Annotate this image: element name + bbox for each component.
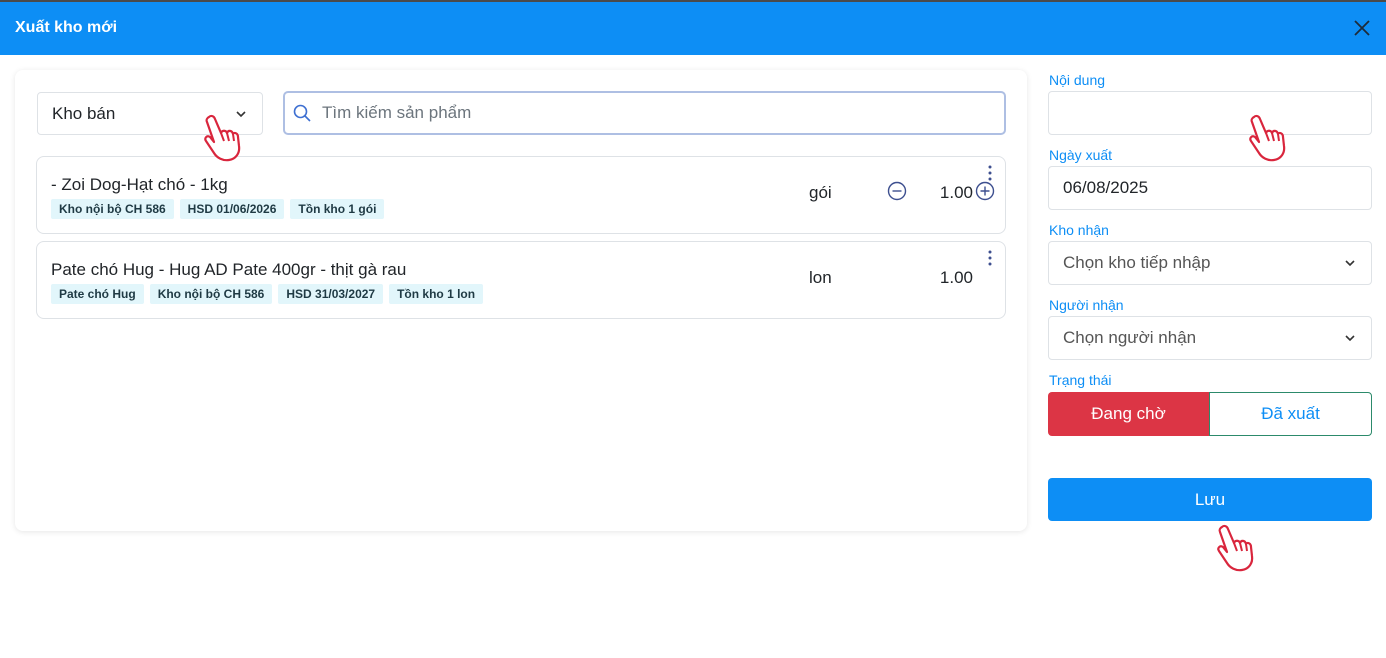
receiving-warehouse-select[interactable]: Chọn kho tiếp nhập: [1048, 241, 1372, 285]
search-input[interactable]: [322, 103, 982, 123]
minus-circle-icon[interactable]: [887, 181, 907, 201]
content-field[interactable]: [1048, 91, 1372, 135]
receiving-warehouse-placeholder: Chọn kho tiếp nhập: [1063, 253, 1211, 272]
chevron-down-icon: [1345, 335, 1355, 342]
status-pending-button[interactable]: Đang chờ: [1048, 392, 1209, 436]
tag: HSD 01/06/2026: [179, 199, 285, 219]
warehouse-select-value: Kho bán: [52, 103, 116, 123]
modal-title: Xuất kho mới: [15, 19, 118, 36]
product-panel: Kho bán - Zoi Dog-Hạt chó - 1kg Kho nội …: [15, 70, 1027, 531]
item-tags: Pate chó Hug Kho nội bộ CH 586 HSD 31/03…: [51, 284, 484, 304]
hand-pointer-icon: [200, 113, 244, 163]
content-input[interactable]: [1063, 103, 1357, 123]
item-tags: Kho nội bộ CH 586 HSD 01/06/2026 Tồn kho…: [51, 199, 385, 219]
item-unit: gói: [809, 183, 832, 202]
close-icon[interactable]: [1350, 16, 1374, 40]
tag: Tồn kho 1 gói: [290, 199, 385, 219]
plus-circle-icon[interactable]: [975, 181, 995, 201]
date-label: Ngày xuất: [1049, 147, 1113, 163]
modal-header: Xuất kho mới: [0, 0, 1386, 55]
receiving-warehouse-label: Kho nhận: [1049, 222, 1109, 238]
item-quantity[interactable]: 1.00: [923, 268, 973, 288]
tag: Tồn kho 1 lon: [389, 284, 484, 304]
item-name: - Zoi Dog-Hạt chó - 1kg: [51, 175, 228, 194]
status-exported-button[interactable]: Đã xuất: [1209, 392, 1372, 436]
list-item: Pate chó Hug - Hug AD Pate 400gr - thịt …: [36, 241, 1006, 319]
receiver-placeholder: Chọn người nhận: [1063, 328, 1197, 347]
tag: Pate chó Hug: [51, 284, 144, 304]
more-options-icon[interactable]: [987, 250, 993, 266]
item-unit: lon: [809, 268, 832, 287]
status-label: Trạng thái: [1049, 372, 1112, 388]
save-button[interactable]: Lưu: [1048, 478, 1372, 521]
status-toggle: Đang chờ Đã xuất: [1048, 392, 1372, 436]
tag: HSD 31/03/2027: [278, 284, 384, 304]
search-icon: [293, 104, 311, 122]
item-quantity[interactable]: 1.00: [923, 183, 973, 203]
tag: Kho nội bộ CH 586: [51, 199, 174, 219]
list-item: - Zoi Dog-Hạt chó - 1kg Kho nội bộ CH 58…: [36, 156, 1006, 234]
receiver-select[interactable]: Chọn người nhận: [1048, 316, 1372, 360]
hand-pointer-icon: [1213, 523, 1257, 573]
tag: Kho nội bộ CH 586: [149, 284, 273, 304]
receiver-label: Người nhận: [1049, 297, 1124, 313]
item-name: Pate chó Hug - Hug AD Pate 400gr - thịt …: [51, 260, 407, 279]
more-options-icon[interactable]: [987, 165, 993, 181]
product-search[interactable]: [283, 91, 1006, 135]
date-value: 06/08/2025: [1063, 178, 1149, 197]
content-label: Nội dung: [1049, 72, 1106, 88]
chevron-down-icon: [1345, 260, 1355, 267]
date-field[interactable]: 06/08/2025: [1048, 166, 1372, 210]
hand-pointer-icon: [1245, 113, 1289, 163]
